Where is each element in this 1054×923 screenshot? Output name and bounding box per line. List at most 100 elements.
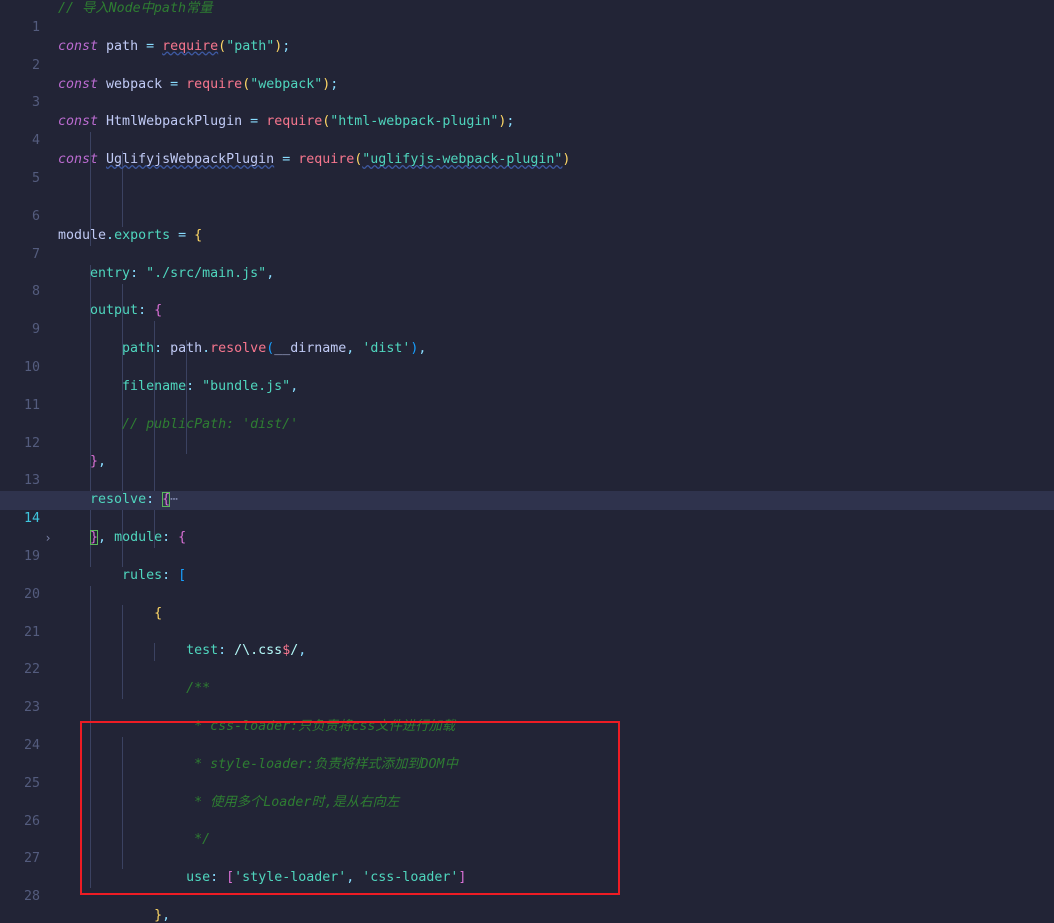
code-line[interactable]: 28 use: ['style-loader', 'css-loader'] — [0, 869, 1054, 904]
code-editor[interactable]: 1 // 导入Node中path常量 2 const path = requir… — [0, 0, 1054, 923]
token-property: exports — [114, 227, 171, 243]
token-brace: { — [154, 303, 163, 319]
code-line[interactable]: 8 entry: "./src/main.js", — [0, 265, 1054, 300]
code-line[interactable]: 20 rules: [ — [0, 567, 1054, 602]
line-source[interactable]: }, module: { — [58, 529, 186, 548]
line-number: 28 — [23, 889, 40, 905]
token-brace-matched: } — [90, 530, 99, 546]
line-number: 4 — [31, 133, 40, 149]
token-string: "./src/main.js" — [146, 265, 267, 281]
code-line[interactable]: 10 path: path.resolve(__dirname, 'dist')… — [0, 340, 1054, 375]
line-number: 19 — [23, 548, 40, 564]
code-lines-container[interactable]: 1 // 导入Node中path常量 2 const path = requir… — [0, 0, 1054, 923]
token-regex: /\.css — [234, 643, 283, 659]
token-bracket: ] — [458, 870, 467, 886]
token-variable: webpack — [106, 76, 163, 92]
line-source[interactable]: const UglifyjsWebpackPlugin = require("u… — [58, 151, 570, 170]
line-source[interactable]: { — [58, 605, 162, 624]
code-line[interactable]: 9 output: { — [0, 302, 1054, 337]
token-comment: // 导入Node中path常量 — [58, 1, 213, 16]
line-number: 20 — [23, 586, 40, 602]
line-number: 26 — [23, 813, 40, 829]
code-line[interactable]: 29 }, — [0, 907, 1054, 923]
token-punctuation: : — [138, 303, 147, 319]
fold-placeholder[interactable]: ⋯ — [170, 492, 178, 507]
line-source[interactable]: */ — [58, 831, 210, 850]
code-line[interactable]: 25 * style-loader:负责将样式添加到DOM中 — [0, 756, 1054, 791]
code-line-active[interactable]: 14 › resolve: {⋯ — [0, 491, 1054, 545]
line-source[interactable]: rules: [ — [58, 567, 186, 586]
token-comment: /** — [186, 681, 211, 697]
token-brace: } — [154, 907, 163, 923]
token-punctuation: ; — [282, 38, 291, 54]
token-keyword: const — [58, 114, 99, 130]
token-comment: * style-loader:负责将样式添加到DOM中 — [194, 756, 458, 772]
code-line[interactable]: 6 — [0, 189, 1054, 224]
token-brace: { — [178, 530, 187, 546]
line-source[interactable]: module.exports = { — [58, 227, 202, 246]
token-punctuation: : — [130, 265, 139, 281]
token-property: module — [114, 530, 163, 546]
line-source[interactable]: * 使用多个Loader时,是从右向左 — [58, 794, 399, 813]
token-paren: ( — [218, 38, 227, 54]
token-string: 'dist' — [362, 341, 411, 357]
line-source[interactable]: entry: "./src/main.js", — [58, 265, 274, 284]
line-source[interactable]: resolve: {⋯ — [58, 491, 178, 510]
code-line[interactable]: 24 * css-loader:只负责将css文件进行加载 — [0, 718, 1054, 753]
token-function: require — [298, 152, 355, 168]
code-line[interactable]: 3 const webpack = require("webpack"); — [0, 76, 1054, 111]
token-operator: = — [250, 114, 259, 130]
line-source[interactable]: // publicPath: 'dist/' — [58, 416, 298, 435]
token-property: resolve — [90, 492, 147, 508]
token-string: "uglifyjs-webpack-plugin" — [362, 152, 563, 168]
line-source[interactable]: /** — [58, 680, 210, 699]
line-source[interactable]: test: /\.css$/, — [58, 642, 306, 661]
token-variable: UglifyjsWebpackPlugin — [106, 152, 275, 168]
code-line[interactable]: 27 */ — [0, 831, 1054, 866]
line-number: 9 — [31, 322, 40, 338]
line-number: 3 — [31, 95, 40, 111]
line-source[interactable]: const HtmlWebpackPlugin = require("html-… — [58, 113, 514, 132]
line-number: 22 — [23, 662, 40, 678]
token-punctuation: . — [106, 227, 115, 243]
token-punctuation: , — [290, 378, 299, 394]
line-number: 8 — [31, 284, 40, 300]
code-line[interactable]: 11 filename: "bundle.js", — [0, 378, 1054, 413]
token-punctuation: , — [266, 265, 275, 281]
token-punctuation: : — [162, 530, 171, 546]
line-source[interactable]: output: { — [58, 302, 162, 321]
code-line[interactable]: 12 // publicPath: 'dist/' — [0, 416, 1054, 451]
token-keyword: const — [58, 38, 99, 54]
token-property: use — [186, 870, 211, 886]
line-number: 6 — [31, 208, 40, 224]
code-line[interactable]: 13 }, — [0, 453, 1054, 488]
code-line[interactable]: 1 // 导入Node中path常量 — [0, 0, 1054, 35]
code-line[interactable]: 19 }, module: { — [0, 529, 1054, 564]
code-line[interactable]: 22 test: /\.css$/, — [0, 642, 1054, 677]
line-source[interactable]: const path = require("path"); — [58, 38, 290, 57]
code-line[interactable]: 5 const UglifyjsWebpackPlugin = require(… — [0, 151, 1054, 186]
token-operator: = — [178, 227, 187, 243]
line-source[interactable]: use: ['style-loader', 'css-loader'] — [58, 869, 466, 888]
token-bracket: [ — [178, 567, 187, 583]
line-source[interactable]: path: path.resolve(__dirname, 'dist'), — [58, 340, 426, 359]
line-source[interactable]: * style-loader:负责将样式添加到DOM中 — [58, 756, 458, 775]
code-line[interactable]: 2 const path = require("path"); — [0, 38, 1054, 73]
token-property: output — [90, 303, 139, 319]
token-punctuation: : — [154, 341, 163, 357]
line-source[interactable]: }, — [58, 453, 106, 472]
line-source[interactable]: * css-loader:只负责将css文件进行加载 — [58, 718, 455, 737]
line-source[interactable]: }, — [58, 907, 170, 923]
token-string: 'css-loader' — [362, 870, 459, 886]
line-source[interactable]: // 导入Node中path常量 — [58, 0, 213, 19]
line-source[interactable]: const webpack = require("webpack"); — [58, 76, 338, 95]
code-line[interactable]: 7 module.exports = { — [0, 227, 1054, 262]
code-line[interactable]: 4 const HtmlWebpackPlugin = require("htm… — [0, 113, 1054, 148]
code-line[interactable]: 21 { — [0, 605, 1054, 640]
code-line[interactable]: 26 * 使用多个Loader时,是从右向左 — [0, 794, 1054, 829]
line-source[interactable]: filename: "bundle.js", — [58, 378, 298, 397]
code-line[interactable]: 23 /** — [0, 680, 1054, 715]
token-string: "webpack" — [250, 76, 323, 92]
line-number: 14 — [23, 511, 40, 527]
token-property: path — [122, 341, 155, 357]
